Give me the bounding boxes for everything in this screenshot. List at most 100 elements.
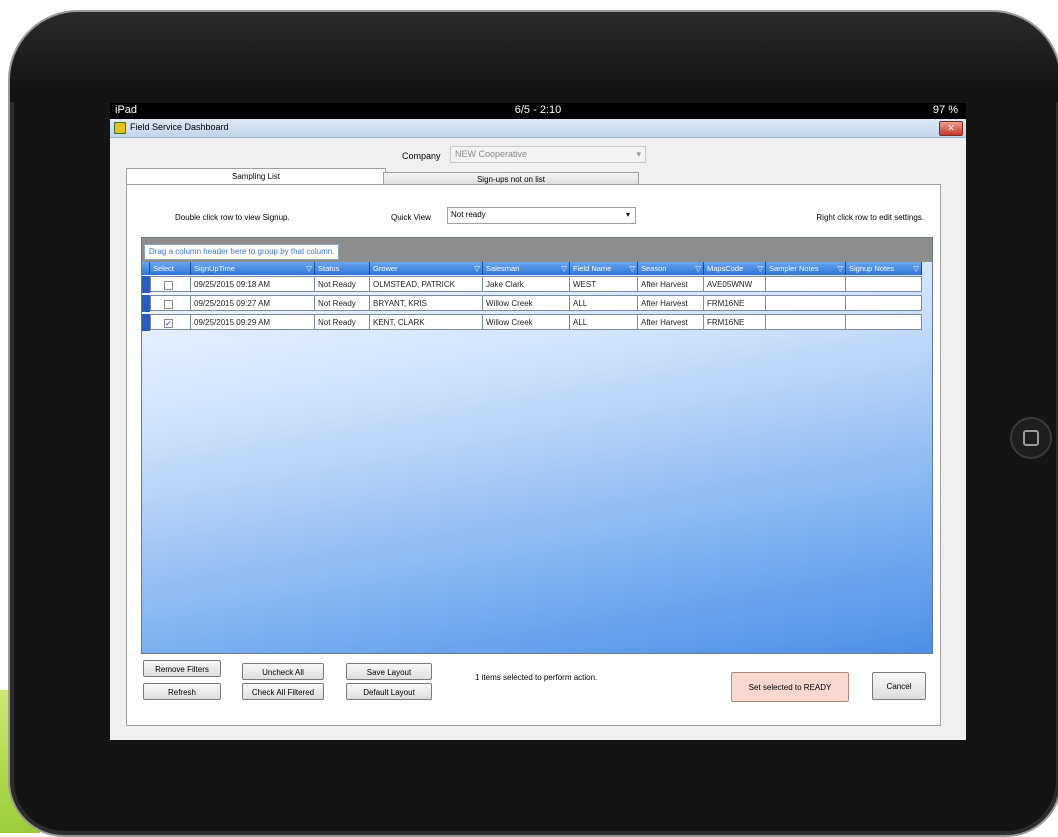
window-title-bar: Field Service Dashboard ✕ <box>110 119 966 138</box>
signup-notes-cell <box>846 276 922 292</box>
quick-view-value: Not ready <box>451 210 486 219</box>
table-row[interactable]: 09/25/2015 09:29 AM Not Ready KENT, CLAR… <box>142 314 922 331</box>
signup-time-cell: 09/25/2015 09:29 AM <box>191 314 315 330</box>
ipad-top-gloss <box>10 12 1058 102</box>
grower-cell: OLMSTEAD, PATRICK <box>370 276 483 292</box>
set-selected-ready-button[interactable]: Set selected to READY <box>731 672 849 702</box>
column-header-label: MapsCode <box>707 264 744 273</box>
column-header-grower[interactable]: Grower ▽ <box>370 262 483 275</box>
window-client-area: Company NEW Cooperative ▾ Sampling List … <box>110 138 966 740</box>
cancel-button[interactable]: Cancel <box>872 672 926 700</box>
grid-header-row: Select SignUpTime ▽ Status Grower ▽ Salesm… <box>142 262 922 275</box>
quick-view-label: Quick View <box>391 213 431 222</box>
column-header-label: Field Name <box>573 264 612 273</box>
home-square-icon <box>1023 430 1039 446</box>
row-selector[interactable] <box>142 276 150 293</box>
sampler-notes-cell <box>766 276 846 292</box>
filter-icon[interactable]: ▽ <box>629 262 635 275</box>
signup-grid: Drag a column header here to group by th… <box>141 237 933 654</box>
right-click-hint: Right click row to edit settings. <box>816 213 924 222</box>
column-header-label: Season <box>641 264 667 273</box>
status-cell: Not Ready <box>315 276 370 292</box>
signup-notes-cell <box>846 295 922 311</box>
remove-filters-button[interactable]: Remove Filters <box>143 660 221 677</box>
column-header-label: SignUpTime <box>194 264 235 273</box>
row-checkbox[interactable] <box>164 316 173 329</box>
refresh-button[interactable]: Refresh <box>143 683 221 700</box>
double-click-hint: Double click row to view Signup. <box>175 213 290 222</box>
maps-code-cell: AVE05WNW <box>704 276 766 292</box>
window-title: Field Service Dashboard <box>130 122 229 132</box>
selection-info: 1 items selected to perform action. <box>475 673 598 682</box>
sampler-notes-cell <box>766 314 846 330</box>
column-header-season[interactable]: Season ▽ <box>638 262 704 275</box>
signup-notes-cell <box>846 314 922 330</box>
app-icon <box>114 122 126 134</box>
grower-cell: KENT, CLARK <box>370 314 483 330</box>
maps-code-cell: FRM16NE <box>704 295 766 311</box>
check-all-filtered-button[interactable]: Check All Filtered <box>242 683 324 700</box>
sampler-notes-cell <box>766 295 846 311</box>
filter-icon[interactable]: ▽ <box>695 262 701 275</box>
field-name-cell: ALL <box>570 295 638 311</box>
salesman-cell: Willow Creek <box>483 314 570 330</box>
home-button[interactable] <box>1010 417 1052 459</box>
filter-icon[interactable]: ▽ <box>757 262 763 275</box>
company-select[interactable]: NEW Cooperative ▾ <box>450 146 646 163</box>
status-cell: Not Ready <box>315 295 370 311</box>
select-cell <box>150 276 191 292</box>
table-row[interactable]: 09/25/2015 09:27 AM Not Ready BRYANT, KR… <box>142 295 922 312</box>
signup-time-cell: 09/25/2015 09:18 AM <box>191 276 315 292</box>
status-clock: 6/5 - 2:10 <box>514 104 562 116</box>
column-header-label: Select <box>153 264 174 273</box>
select-cell <box>150 314 191 330</box>
battery-label: 97 % <box>932 104 958 116</box>
status-cell: Not Ready <box>315 314 370 330</box>
column-header-signup-time[interactable]: SignUpTime ▽ <box>191 262 315 275</box>
filter-icon[interactable]: ▽ <box>837 262 843 275</box>
column-header-salesman[interactable]: Salesman ▽ <box>483 262 570 275</box>
chevron-down-icon: ▾ <box>625 210 630 219</box>
filter-icon[interactable]: ▽ <box>306 262 312 275</box>
group-by-hint: Drag a column header here to group by th… <box>144 244 340 260</box>
salesman-cell: Jake Clark <box>483 276 570 292</box>
column-header-sampler-notes[interactable]: Sampler Notes ▽ <box>766 262 846 275</box>
column-header-select[interactable]: Select <box>150 262 191 275</box>
ios-status-bar: iPad 6/5 - 2:10 97 % <box>110 103 966 119</box>
filter-icon[interactable]: ▽ <box>913 262 919 275</box>
filter-icon[interactable]: ▽ <box>561 262 567 275</box>
ipad-screen: iPad 6/5 - 2:10 97 % Field Service Dashb… <box>110 103 966 740</box>
default-layout-button[interactable]: Default Layout <box>346 683 432 700</box>
row-checkbox[interactable] <box>164 281 173 290</box>
season-cell: After Harvest <box>638 276 704 292</box>
company-label: Company <box>402 151 441 161</box>
column-header-field-name[interactable]: Field Name ▽ <box>570 262 638 275</box>
row-selector[interactable] <box>142 314 150 331</box>
field-name-cell: WEST <box>570 276 638 292</box>
uncheck-all-button[interactable]: Uncheck All <box>242 663 324 680</box>
column-header-status[interactable]: Status <box>315 262 370 275</box>
column-header-label: Signup Notes <box>849 264 895 273</box>
season-cell: After Harvest <box>638 314 704 330</box>
signup-time-cell: 09/25/2015 09:27 AM <box>191 295 315 311</box>
close-window-button[interactable]: ✕ <box>939 121 963 136</box>
tab-sampling-list[interactable]: Sampling List <box>126 168 386 185</box>
column-header-label: Grower <box>373 264 398 273</box>
filter-icon[interactable]: ▽ <box>474 262 480 275</box>
group-by-area[interactable]: Drag a column header here to group by th… <box>142 238 932 262</box>
column-header-label: Status <box>318 264 340 273</box>
sampling-list-panel: Double click row to view Signup. Quick V… <box>126 184 941 726</box>
row-selector[interactable] <box>142 295 150 312</box>
grower-cell: BRYANT, KRIS <box>370 295 483 311</box>
row-selector-header <box>142 262 150 275</box>
quick-view-select[interactable]: Not ready ▾ <box>447 207 636 224</box>
save-layout-button[interactable]: Save Layout <box>346 663 432 680</box>
column-header-signup-notes[interactable]: Signup Notes ▽ <box>846 262 922 275</box>
column-header-maps-code[interactable]: MapsCode ▽ <box>704 262 766 275</box>
company-value: NEW Cooperative <box>455 149 528 159</box>
chevron-down-icon: ▾ <box>636 149 641 159</box>
season-cell: After Harvest <box>638 295 704 311</box>
column-header-label: Sampler Notes <box>769 264 819 273</box>
table-row[interactable]: 09/25/2015 09:18 AM Not Ready OLMSTEAD, … <box>142 276 922 293</box>
row-checkbox[interactable] <box>164 300 173 309</box>
